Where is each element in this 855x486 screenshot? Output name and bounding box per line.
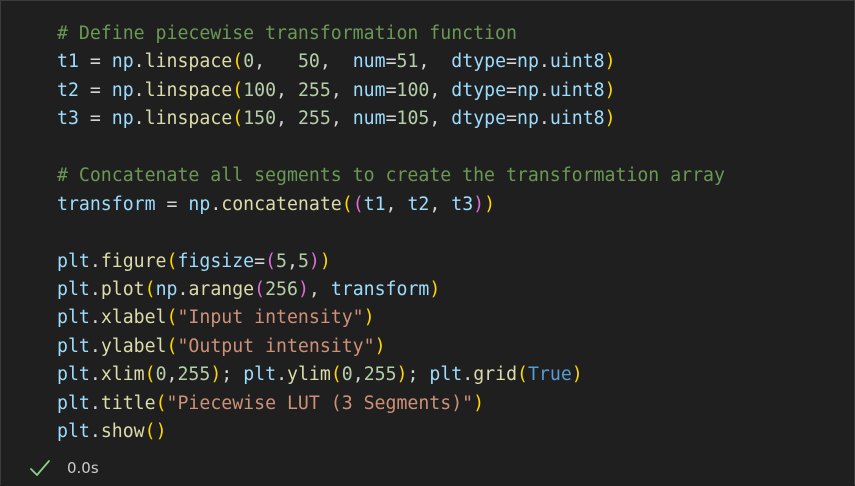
code-line[interactable]: plt.figure(figsize=(5,5)) (57, 248, 725, 276)
cell-execution-status: 0.0s (29, 456, 99, 480)
notebook-code-cell[interactable]: # Define piecewise transformation functi… (0, 0, 855, 485)
check-icon (30, 460, 50, 476)
code-line[interactable]: t1 = np.linspace(0, 50, num=51, dtype=np… (57, 48, 725, 76)
code-line[interactable]: plt.ylabel("Output intensity") (57, 333, 725, 361)
code-editor[interactable]: # Define piecewise transformation functi… (57, 20, 725, 447)
code-line[interactable]: plt.show() (57, 418, 725, 446)
code-line[interactable]: t3 = np.linspace(150, 255, num=105, dtyp… (57, 105, 725, 133)
code-comment-line[interactable]: # Define piecewise transformation functi… (57, 20, 725, 48)
code-line[interactable]: plt.plot(np.arange(256), transform) (57, 276, 725, 304)
execution-duration: 0.0s (67, 459, 99, 477)
code-line[interactable]: plt.title("Piecewise LUT (3 Segments)") (57, 390, 725, 418)
code-blank-line[interactable] (57, 134, 725, 162)
code-line[interactable]: t2 = np.linspace(100, 255, num=100, dtyp… (57, 77, 725, 105)
code-line[interactable]: transform = np.concatenate((t1, t2, t3)) (57, 191, 725, 219)
code-line[interactable]: plt.xlim(0,255); plt.ylim(0,255); plt.gr… (57, 361, 725, 389)
code-blank-line[interactable] (57, 219, 725, 247)
code-line[interactable]: plt.xlabel("Input intensity") (57, 304, 725, 332)
code-comment-line[interactable]: # Concatenate all segments to create the… (57, 162, 725, 190)
